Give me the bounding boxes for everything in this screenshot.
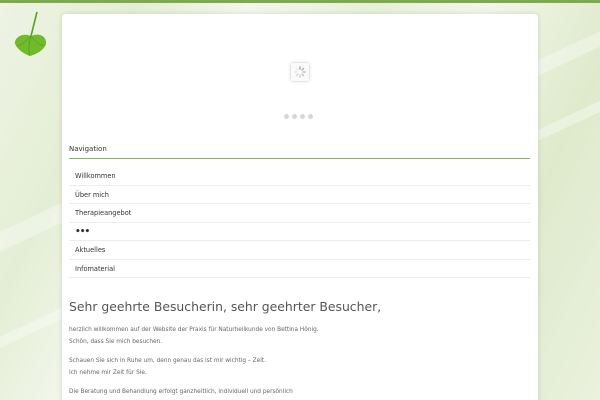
intro-paragraph-2: Schön, dass Sie mich besuchen. bbox=[69, 339, 163, 345]
nav-item-aktuelles[interactable]: Aktuelles bbox=[69, 241, 530, 260]
navigation-menu: Willkommen Über mich Therapieangebot •••… bbox=[69, 167, 530, 278]
nav-item-infomaterial[interactable]: Infomaterial bbox=[69, 260, 530, 278]
top-accent-bar bbox=[0, 0, 600, 3]
nav-item-ueber-mich[interactable]: Über mich bbox=[69, 186, 530, 204]
slider-dot-3[interactable] bbox=[300, 114, 305, 119]
intro-paragraph-4: Ich nehme mir Zeit für Sie. bbox=[69, 370, 147, 376]
nav-item-willkommen[interactable]: Willkommen bbox=[69, 167, 530, 186]
image-slider bbox=[62, 14, 538, 132]
nav-item-therapieangebot[interactable]: Therapieangebot bbox=[69, 204, 530, 223]
navigation-title: Navigation bbox=[69, 145, 107, 153]
slider-dot-4[interactable] bbox=[308, 114, 313, 119]
intro-paragraph-5: Die Beratung und Behandlung erfolgt ganz… bbox=[69, 389, 293, 395]
page-greeting: Sehr geehrte Besucherin, sehr geehrter B… bbox=[69, 299, 382, 314]
slider-dot-1[interactable] bbox=[284, 114, 289, 119]
intro-paragraph-3: Schauen Sie sich in Ruhe um, denn genau … bbox=[69, 358, 266, 364]
main-content-card: Navigation Willkommen Über mich Therapie… bbox=[62, 14, 538, 400]
more-dots-icon[interactable]: ••• bbox=[69, 223, 530, 241]
navigation-divider bbox=[69, 158, 530, 159]
slider-dot-2[interactable] bbox=[292, 114, 297, 119]
intro-paragraph-1: herzlich willkommen auf der Website der … bbox=[69, 327, 319, 333]
loading-spinner-icon bbox=[291, 63, 309, 81]
ginkgo-leaf-icon bbox=[10, 10, 50, 57]
slider-pagination bbox=[284, 114, 313, 119]
